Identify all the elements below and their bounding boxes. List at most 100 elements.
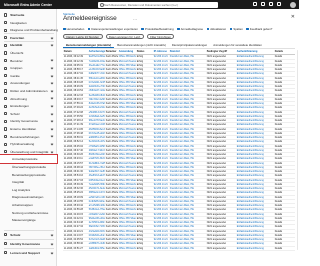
cell-details[interactable]: Details — [274, 64, 295, 67]
filter-date[interactable]: Datum: Letzte 24 Stunden — [63, 34, 103, 39]
close-icon[interactable]: ✕ — [291, 14, 295, 20]
cell-details[interactable]: Details — [274, 242, 295, 245]
cell-bedingter-zugriff: Nicht angewendet — [206, 170, 226, 174]
column-header-bedingter-zugriff[interactable]: Bedingter Zugriff — [206, 50, 236, 54]
sidebar-item-lernen-und-support[interactable]: Lernen und Support — [0, 249, 57, 257]
cell-details[interactable]: Details — [274, 119, 295, 122]
cell-details[interactable]: Details — [274, 128, 295, 131]
tab-dienstprinzipalanmeldungen[interactable]: Dienstprinzipalanmeldungen — [169, 43, 210, 48]
column-header-authentifizierung[interactable]: Authentifizierung — [236, 50, 274, 54]
help-icon[interactable] — [269, 2, 273, 6]
toolbar-spalten-button[interactable]: Spalten — [229, 27, 243, 31]
cell-details[interactable]: Details — [274, 208, 295, 211]
cell-details[interactable]: Details — [274, 196, 295, 199]
column-header-status[interactable]: Status — [136, 50, 153, 54]
cell-authentifizierung: Einfaktorauthentifizierung — [236, 123, 264, 127]
cell-details[interactable]: Details — [274, 179, 295, 182]
gear-icon[interactable] — [261, 2, 265, 6]
cell-details[interactable]: Details — [274, 140, 295, 143]
cell-details[interactable]: Details — [274, 98, 295, 101]
toolbar-protokollaufbewahrung-button[interactable]: Protokollaufbewahrung — [141, 27, 174, 31]
cell-details[interactable]: Details — [274, 225, 295, 228]
cell-details[interactable]: Details — [274, 238, 295, 241]
sidebar-item-massenvorgaenge[interactable]: Massenvorgänge — [0, 216, 57, 224]
cell-details[interactable]: Details — [274, 60, 295, 63]
sidebar-item-identity-governance[interactable]: Identity Governance — [0, 240, 57, 248]
cell-details[interactable]: Details — [274, 213, 295, 216]
column-header-standort[interactable]: Standort — [169, 50, 206, 54]
more-icon[interactable]: ··· — [133, 17, 137, 22]
cell-standort: Frankfurt am Main, HE — [169, 178, 194, 182]
cell-details[interactable]: Details — [274, 234, 295, 237]
toolbar-datenexporteinstellungen-exportieren-button[interactable]: Datenexporteinstellungen exportieren — [87, 27, 138, 31]
bell-icon[interactable] — [253, 2, 257, 6]
cell-bedingter-zugriff: Nicht angewendet — [206, 187, 226, 191]
cell-details[interactable]: Details — [274, 162, 295, 165]
cell-details[interactable]: Details — [274, 204, 295, 207]
cell-details[interactable]: Details — [274, 166, 295, 169]
filter-show-data[interactable]: Daten anzeigen für: Letzt — [105, 34, 144, 39]
cell-details[interactable]: Details — [274, 187, 295, 190]
cell-details[interactable]: Details — [274, 221, 295, 224]
cell-details[interactable]: Details — [274, 89, 295, 92]
cell-details[interactable]: Details — [274, 72, 295, 75]
column-header-details[interactable]: Details — [274, 50, 295, 54]
sidebar-item-label: Diagnoseeinstellungen — [12, 195, 44, 200]
toolbar-feedback-geben-button[interactable]: Feedback geben? — [246, 27, 272, 31]
cell-details[interactable]: Details — [274, 132, 295, 135]
tab-benutzeranmeldungen-interaktiv[interactable]: Benutzeranmeldungen (interaktiv) — [63, 43, 115, 48]
cell-datum: 11.2023, 06:59:31 — [63, 136, 83, 140]
cell-details[interactable]: Details — [274, 247, 295, 250]
cell-authentifizierung: Einfaktorauthentifizierung — [236, 97, 264, 101]
feedback-icon[interactable] — [277, 2, 281, 6]
cell-details[interactable]: Details — [274, 136, 295, 139]
column-header-anwendung[interactable]: Anwendung — [118, 50, 136, 54]
cell-details[interactable]: Details — [274, 230, 295, 233]
cell-details[interactable]: Details — [274, 102, 295, 105]
scrollbar[interactable] — [296, 50, 298, 250]
tab-anmeldungen-fuer-verwaltete-identitaeten[interactable]: Anmeldungen für verwaltete Identitäten — [210, 43, 265, 48]
cell-details[interactable]: Details — [274, 77, 295, 80]
cell-bedingter-zugriff: Nicht angewendet — [206, 144, 226, 148]
cell-details[interactable]: Details — [274, 68, 295, 71]
cell-details[interactable]: Details — [274, 149, 295, 152]
chevron-down-icon — [50, 134, 54, 138]
toolbar-anmeldediagnose-button[interactable]: Anmeldediagnose — [177, 27, 203, 31]
cell-details[interactable]: Details — [274, 94, 295, 97]
cell-details[interactable]: Details — [274, 111, 295, 114]
column-header-datum[interactable]: Datum — [63, 50, 88, 54]
cell-ip-adresse: 92.206.14.21 — [153, 216, 168, 220]
cell-details[interactable]: Details — [274, 55, 295, 58]
global-search-input[interactable]: Nach Ressourcen, Diensten und Dokumenten… — [97, 1, 218, 8]
cell-details[interactable]: Details — [274, 170, 295, 173]
table-row[interactable]: 11.2023, 03:51:27 1a84d6c2-f05e Karin Pfei… — [63, 247, 295, 251]
cell-details[interactable]: Details — [274, 123, 295, 126]
column-header-anforderungs-id[interactable]: Anforderungs-ID — [88, 50, 105, 54]
tab-benutzeranmeldungen-nicht-interaktiv[interactable]: Benutzeranmeldungen (nicht interaktiv) — [114, 43, 169, 48]
cell-details[interactable]: Details — [274, 145, 295, 148]
cell-details[interactable]: Details — [274, 85, 295, 88]
cell-details[interactable]: Details — [274, 174, 295, 177]
cell-details[interactable]: Details — [274, 115, 295, 118]
cell-details[interactable]: Details — [274, 106, 295, 109]
cell-details[interactable]: Details — [274, 191, 295, 194]
cell-authentifizierung: Einfaktorauthentifizierung — [236, 59, 264, 63]
cell-details[interactable]: Details — [274, 200, 295, 203]
sidebar-item-schutz[interactable]: Schutz — [0, 231, 57, 239]
cell-standort: Frankfurt am Main, HE — [169, 55, 194, 59]
cell-details[interactable]: Details — [274, 183, 295, 186]
toolbar-herunterladen-button[interactable]: Herunterladen — [63, 27, 84, 31]
cell-anwendung: Office 365 Exchange — [118, 170, 136, 174]
cell-authentifizierung: Einfaktorauthentifizierung — [236, 178, 264, 182]
cell-standort: Frankfurt am Main, HE — [169, 93, 194, 97]
add-filter-button[interactable]: Filter hinzufügen — [146, 34, 175, 39]
avatar[interactable] — [290, 1, 296, 8]
column-header-ip-adresse[interactable]: IP-Adresse — [153, 50, 169, 54]
cell-details[interactable]: Details — [274, 217, 295, 220]
column-header-benutzer[interactable]: Benutzer — [105, 50, 118, 54]
cell-details[interactable]: Details — [274, 157, 295, 160]
cell-details[interactable]: Details — [274, 153, 295, 156]
cell-details[interactable]: Details — [274, 81, 295, 84]
toolbar-aktualisieren-button[interactable]: Aktualisieren — [206, 27, 226, 31]
cell-datum: 11.2023, 09:12:49 — [63, 55, 83, 59]
